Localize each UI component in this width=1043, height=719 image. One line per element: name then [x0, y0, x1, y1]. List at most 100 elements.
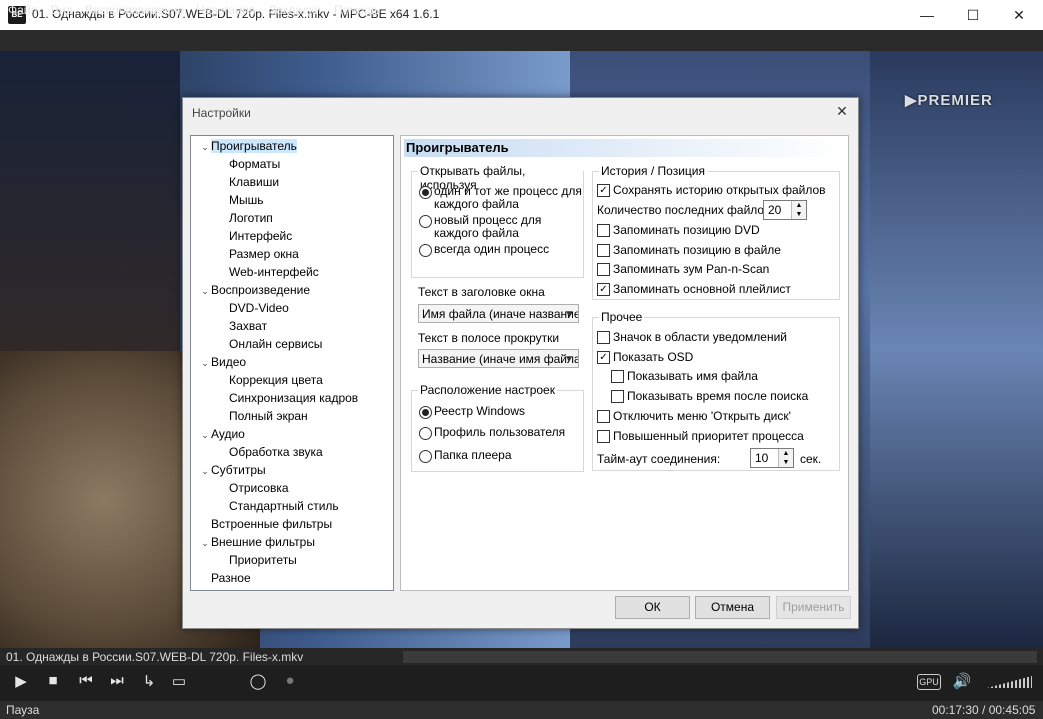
menu-help[interactable]: Помощь — [334, 3, 380, 17]
radio-player-folder[interactable] — [419, 450, 432, 463]
spinner-arrows-icon[interactable]: ▲ ▼ — [778, 449, 793, 467]
play-icon[interactable]: ▶ — [10, 672, 32, 690]
tree-item[interactable]: ⌄ Внешние фильтры — [199, 533, 315, 551]
apply-button[interactable]: Применить — [776, 596, 851, 619]
volume-icon[interactable]: 🔊 — [951, 672, 973, 690]
tree-item[interactable]: Захват — [229, 317, 267, 335]
save-history-label: Сохранять историю открытых файлов — [613, 183, 826, 197]
radio-same-process[interactable] — [419, 186, 432, 199]
tree-item[interactable]: Размер окна — [229, 245, 299, 263]
tree-item[interactable]: Клавиши — [229, 173, 279, 191]
tree-item[interactable]: Синхронизация кадров — [229, 389, 358, 407]
tree-item-label: Разное — [211, 571, 251, 585]
next-icon[interactable]: ⏭ — [106, 672, 128, 689]
spinner-arrows-icon[interactable]: ▲ ▼ — [791, 201, 806, 219]
tree-item[interactable]: ⌄ Воспроизведение — [199, 281, 310, 299]
gpu-badge[interactable]: GPU — [917, 674, 941, 690]
dialog-title: Настройки — [192, 106, 251, 120]
checkbox-show-filename[interactable] — [611, 370, 624, 383]
chevron-down-icon[interactable]: ⌄ — [199, 462, 211, 480]
checkbox-remember-playlist[interactable]: ✓ — [597, 283, 610, 296]
menu-file[interactable]: Файл — [8, 3, 38, 17]
radio-new-process[interactable] — [419, 215, 432, 228]
chevron-down-icon[interactable]: ⌄ — [199, 354, 211, 372]
tree-item[interactable]: Форматы — [229, 155, 280, 173]
tree-item-label: Полный экран — [229, 409, 308, 423]
title-text-select[interactable]: Имя файла (иначе название ▼ — [418, 304, 579, 323]
radio-user-profile-label: Профиль пользователя — [434, 425, 566, 439]
frame-step-icon[interactable]: ↳ — [138, 672, 160, 690]
radio-always-one[interactable] — [419, 244, 432, 257]
timeout-spinner[interactable]: 10 ▲ ▼ — [750, 448, 794, 468]
tree-item[interactable]: ⌄ Субтитры — [199, 461, 265, 480]
seek-bar[interactable] — [403, 651, 1037, 663]
ok-button[interactable]: ОК — [615, 596, 690, 619]
menu-navigation[interactable]: Навигация — [196, 3, 255, 17]
tree-item[interactable]: DVD-Video — [229, 299, 289, 317]
tree-item[interactable]: Приоритеты — [229, 551, 297, 569]
checkbox-high-priority[interactable] — [597, 430, 610, 443]
checkbox-save-history[interactable]: ✓ — [597, 184, 610, 197]
checkbox-tray-icon[interactable] — [597, 331, 610, 344]
cancel-button[interactable]: Отмена — [695, 596, 770, 619]
checkbox-remember-zoom[interactable] — [597, 263, 610, 276]
tree-item[interactable]: Логотип — [229, 209, 273, 227]
chevron-down-icon[interactable]: ⌄ — [199, 534, 211, 552]
seek-text-select[interactable]: Название (иначе имя файла ▼ — [418, 349, 579, 368]
tree-item[interactable]: ⌄ Видео — [199, 353, 246, 371]
tree-item[interactable]: Встроенные фильтры — [199, 515, 332, 533]
menu-bookmarks[interactable]: Закладки — [269, 3, 321, 17]
radio-registry[interactable] — [419, 406, 432, 419]
tree-item[interactable]: Онлайн сервисы — [229, 335, 322, 353]
radio-new-process-label-1: новый процесс для — [434, 213, 542, 227]
search-icon[interactable]: ◯ — [247, 672, 269, 690]
menu-view[interactable]: Вид — [51, 3, 73, 17]
dialog-close-icon[interactable]: ✕ — [833, 102, 851, 120]
tree-item[interactable]: Разное — [199, 569, 251, 587]
settings-tree[interactable]: ⌄ Проигрыватель Форматы Клавиши Мышь Логотип И… — [190, 135, 394, 591]
tree-item[interactable]: Интерфейс — [229, 227, 292, 245]
checkbox-remember-dvd[interactable] — [597, 224, 610, 237]
checkbox-show-osd[interactable]: ✓ — [597, 351, 610, 364]
maximize-button[interactable]: ☐ — [950, 0, 996, 30]
previous-icon[interactable]: ⏮ — [75, 672, 97, 689]
recent-count-label: Количество последних файлов: — [597, 203, 774, 217]
checkbox-remember-file[interactable] — [597, 244, 610, 257]
show-time-after-seek-label: Показывать время после поиска — [627, 389, 809, 403]
title-text-label: Текст в заголовке окна — [418, 285, 545, 299]
recent-count-spinner[interactable]: 20 ▲ ▼ — [763, 200, 807, 220]
radio-user-profile[interactable] — [419, 427, 432, 440]
tree-item[interactable]: ⌄ Аудио — [199, 425, 245, 443]
chevron-down-icon[interactable]: ⌄ — [199, 426, 211, 444]
misc-label: Прочее — [599, 310, 645, 324]
tree-item[interactable]: Мышь — [229, 191, 264, 209]
tree-item[interactable]: Web-интерфейс — [229, 263, 319, 281]
tree-item-label: Логотип — [229, 211, 273, 225]
stop-icon[interactable]: ■ — [42, 672, 64, 689]
checkbox-show-time-after-seek[interactable] — [611, 390, 624, 403]
tree-item[interactable]: Стандартный стиль — [229, 497, 339, 515]
tree-item[interactable]: ⌄ Проигрыватель — [199, 137, 297, 155]
tree-item-label: Захват — [229, 319, 268, 333]
menu-bar — [0, 30, 1043, 51]
timeout-unit: сек. — [800, 452, 822, 466]
tree-item[interactable]: Полный экран — [229, 407, 308, 425]
disable-open-disc-label: Отключить меню 'Открыть диск' — [613, 409, 791, 423]
chevron-down-icon: ▼ — [564, 354, 574, 365]
tree-item[interactable]: Обработка звука — [229, 443, 323, 461]
radio-new-process-label-2: каждого файла — [434, 226, 519, 240]
minimize-button[interactable]: — — [904, 0, 950, 30]
tree-item-label: Видео — [211, 355, 247, 369]
tree-item-label: Внешние фильтры — [211, 535, 315, 549]
seek-filename: 01. Однажды в России.S07.WEB-DL 720p. Fi… — [6, 650, 304, 664]
subtitles-icon[interactable]: ▭ — [168, 672, 190, 690]
chat-icon[interactable]: ● — [279, 672, 301, 689]
close-button[interactable]: ✕ — [996, 0, 1042, 30]
tree-item[interactable]: Коррекция цвета — [229, 371, 323, 389]
time-display: 00:17:30 / 00:45:05 — [932, 703, 1036, 717]
chevron-down-icon[interactable]: ⌄ — [199, 138, 211, 156]
tree-item[interactable]: Отрисовка — [229, 479, 289, 497]
chevron-down-icon[interactable]: ⌄ — [199, 282, 211, 300]
menu-playback[interactable]: Воспроизведение — [85, 3, 184, 17]
checkbox-disable-open-disc[interactable] — [597, 410, 610, 423]
